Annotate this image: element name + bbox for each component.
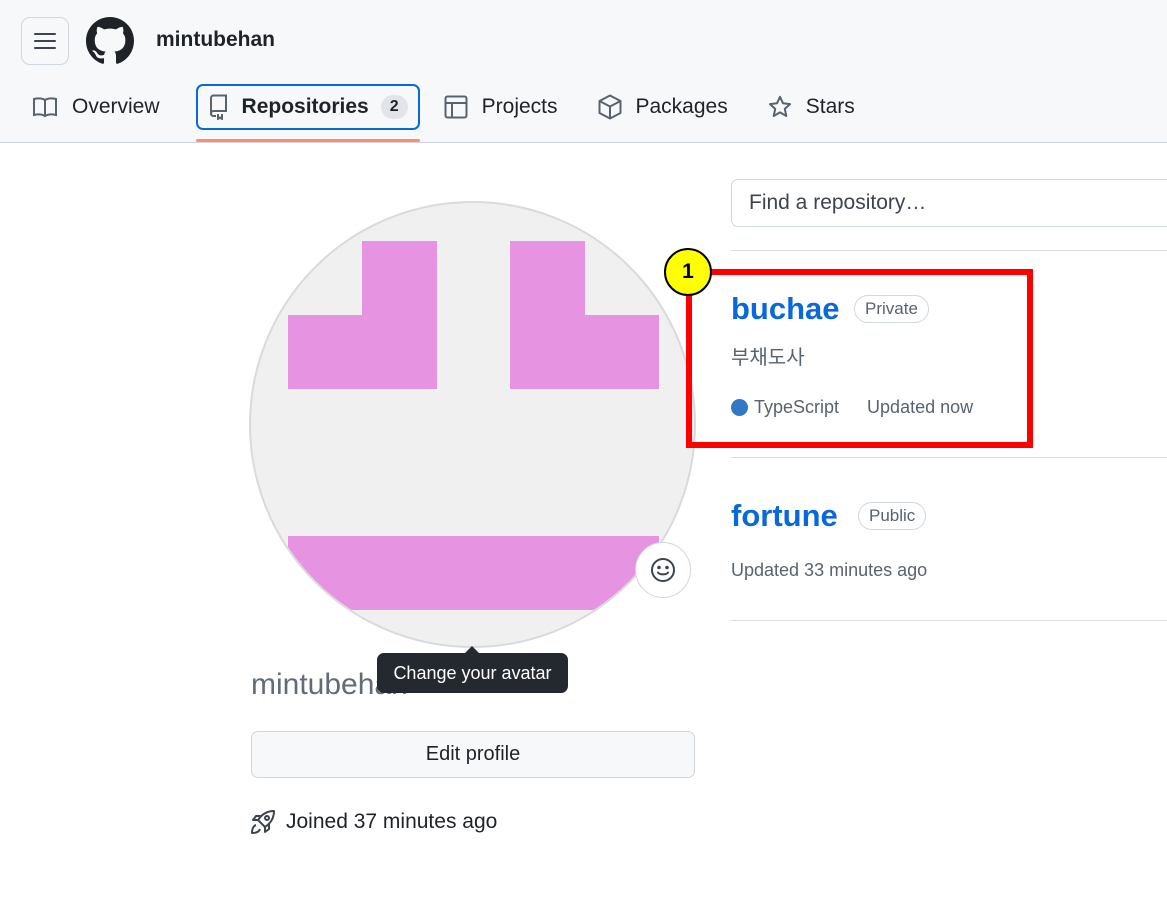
smiley-icon	[651, 558, 675, 582]
tab-repositories-label: Repositories	[241, 95, 369, 118]
tab-stars-label: Stars	[805, 95, 855, 118]
divider	[731, 250, 1167, 251]
change-avatar-button[interactable]	[635, 542, 691, 598]
tab-packages-label: Packages	[635, 95, 728, 118]
highlight-box	[686, 269, 1033, 448]
repo-meta: Updated 33 minutes ago	[731, 560, 927, 581]
tab-packages[interactable]: Packages	[586, 84, 740, 130]
star-icon	[768, 95, 791, 117]
tab-projects-label: Projects	[481, 95, 558, 118]
repo-visibility-badge: Public	[858, 502, 927, 530]
tab-overview-label: Overview	[72, 95, 160, 118]
repo-icon	[209, 94, 227, 120]
repository-search-input[interactable]	[731, 179, 1167, 227]
joined-text: Joined 37 minutes ago	[286, 810, 498, 833]
profile-tabs: Overview Repositories 2 Projects Package…	[20, 84, 883, 142]
divider	[731, 620, 1167, 621]
menu-button[interactable]	[21, 17, 69, 65]
divider	[731, 457, 1167, 458]
package-icon	[598, 94, 621, 120]
tab-repositories[interactable]: Repositories 2	[195, 84, 420, 142]
repo-updated: Updated 33 minutes ago	[731, 560, 928, 580]
hamburger-icon	[34, 33, 56, 49]
avatar[interactable]	[249, 201, 696, 648]
tab-overview[interactable]: Overview	[20, 84, 172, 130]
repositories-count-badge: 2	[380, 95, 408, 119]
annotation-marker: 1	[664, 248, 712, 296]
tab-stars[interactable]: Stars	[756, 84, 867, 130]
app-header: mintubehan Overview Repositories 2 Proje…	[0, 0, 1167, 143]
tab-projects[interactable]: Projects	[432, 84, 570, 130]
github-logo-icon[interactable]	[86, 17, 134, 65]
joined-info: Joined 37 minutes ago	[250, 809, 497, 835]
table-icon	[444, 95, 468, 119]
edit-profile-button[interactable]: Edit profile	[251, 731, 695, 778]
book-icon	[33, 97, 57, 118]
rocket-icon	[251, 810, 275, 834]
repo-name-link[interactable]: fortune	[731, 498, 838, 534]
header-username[interactable]: mintubehan	[156, 28, 275, 52]
avatar-tooltip: Change your avatar	[377, 646, 568, 693]
